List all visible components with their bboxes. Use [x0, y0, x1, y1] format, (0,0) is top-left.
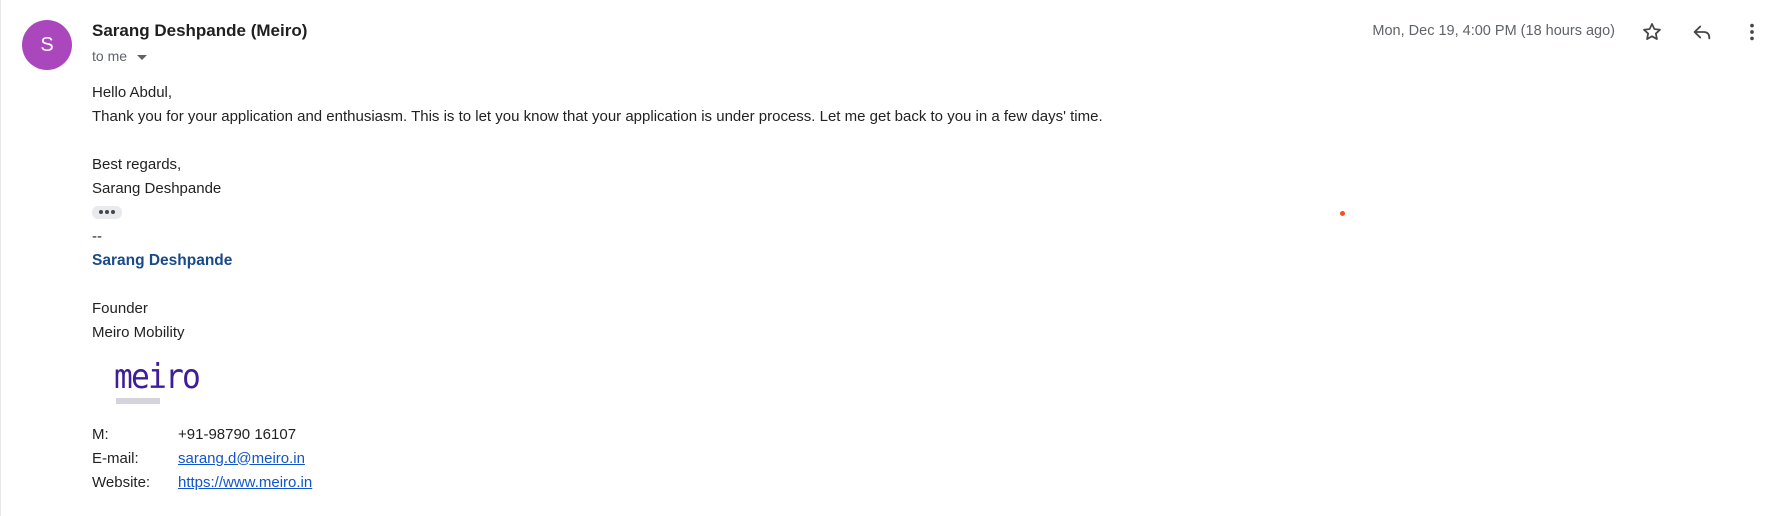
signature-title: Founder: [92, 299, 148, 317]
website-link[interactable]: https://www.meiro.in: [178, 474, 312, 491]
more-options-button[interactable]: [1737, 17, 1767, 47]
message-text: Thank you for your application and enthu…: [92, 108, 1103, 125]
sender-name[interactable]: Sarang Deshpande (Meiro): [92, 21, 307, 41]
logo-wordmark: meiro: [114, 356, 201, 397]
chevron-down-icon[interactable]: [137, 54, 148, 60]
signature-name: Sarang Deshpande: [92, 251, 233, 269]
signature-company: Meiro Mobility: [92, 323, 185, 341]
email-label: E-mail:: [92, 449, 139, 467]
mobile-label: M:: [92, 425, 109, 443]
email-body: Hello Abdul, Thank you for your applicat…: [92, 81, 1103, 495]
recipient-details-toggle[interactable]: to me: [92, 48, 148, 64]
email-date: Mon, Dec 19, 4:00 PM (18 hours ago): [1372, 23, 1615, 39]
closing: Best regards,: [92, 156, 182, 173]
more-vertical-icon: [1750, 23, 1754, 41]
cursor-dot: [1340, 211, 1345, 216]
avatar[interactable]: S: [22, 20, 72, 70]
show-trimmed-content-button[interactable]: [92, 205, 122, 219]
signature-separator: --: [92, 227, 102, 245]
reply-button[interactable]: [1687, 17, 1717, 47]
website-label: Website:: [92, 473, 151, 491]
star-button[interactable]: [1637, 17, 1667, 47]
signature-contact: M: +91-98790 16107 E-mail: sarang.d@meir…: [92, 423, 1103, 495]
email-message: S Sarang Deshpande (Meiro) to me Mon, De…: [0, 0, 1781, 516]
contact-row-website: Website: https://www.meiro.in: [92, 471, 1103, 495]
logo-underline: [116, 397, 160, 404]
contact-row-mobile: M: +91-98790 16107: [92, 423, 1103, 447]
email-link[interactable]: sarang.d@meiro.in: [178, 450, 305, 467]
recipient-label: to me: [92, 48, 128, 64]
closing-name: Sarang Deshpande: [92, 180, 222, 197]
greeting: Hello Abdul,: [92, 84, 173, 101]
reply-icon: [1693, 25, 1711, 40]
contact-row-email: E-mail: sarang.d@meiro.in: [92, 447, 1103, 471]
star-outline-icon: [1643, 23, 1661, 40]
company-logo: meiro: [114, 359, 204, 405]
mobile-value: +91-98790 16107: [178, 425, 297, 443]
